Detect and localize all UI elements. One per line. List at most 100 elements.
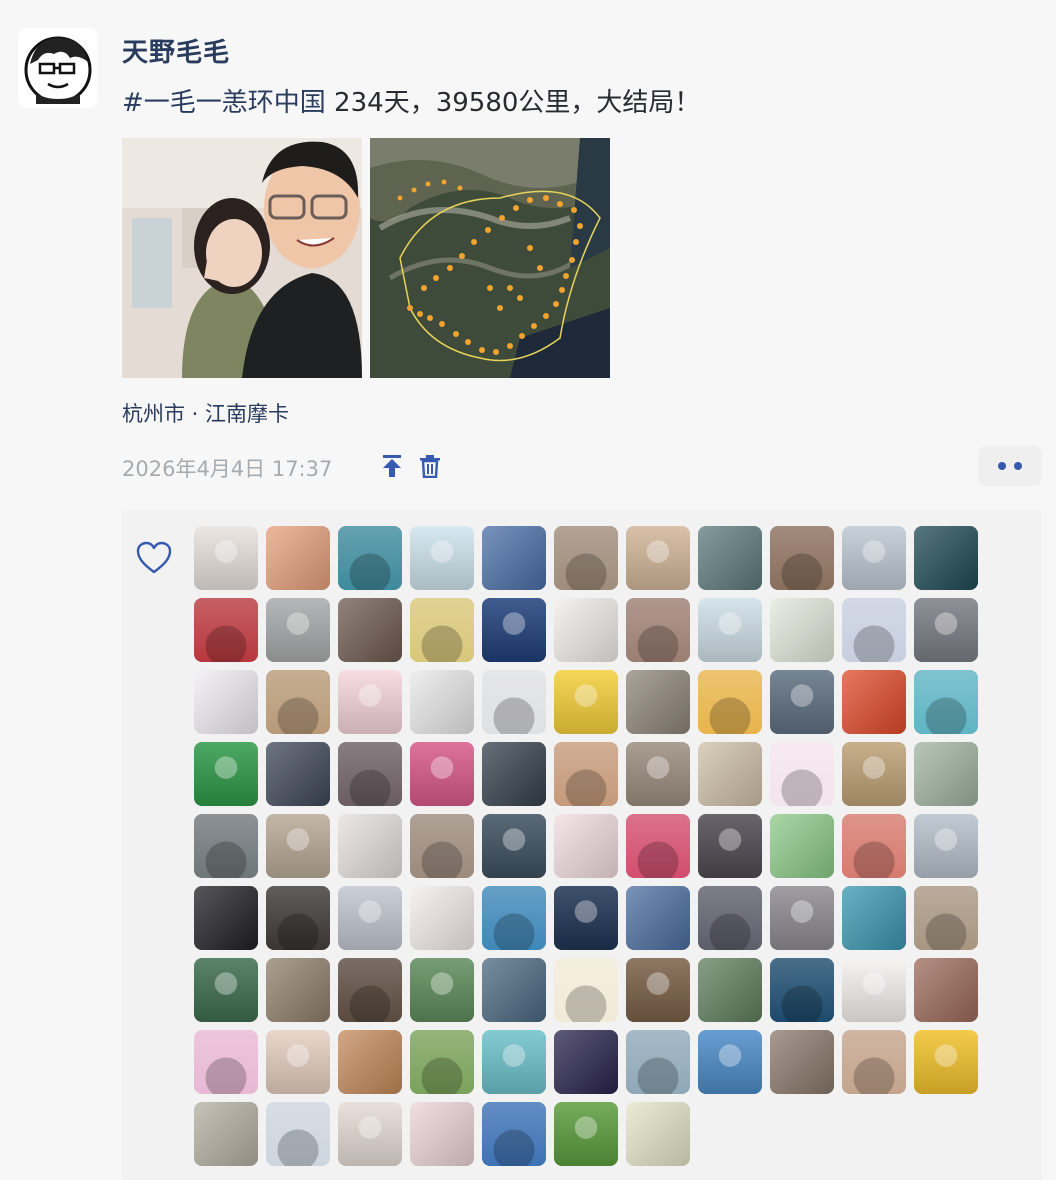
liker-avatar[interactable] (194, 742, 258, 806)
liker-avatar[interactable] (194, 598, 258, 662)
liker-avatar[interactable] (194, 958, 258, 1022)
liker-avatar[interactable] (698, 958, 762, 1022)
liker-avatar[interactable] (554, 526, 618, 590)
liker-avatar[interactable] (914, 1030, 978, 1094)
liker-avatar[interactable] (842, 886, 906, 950)
liker-avatar[interactable] (842, 958, 906, 1022)
liker-avatar[interactable] (194, 526, 258, 590)
liker-avatar[interactable] (770, 526, 834, 590)
liker-avatar[interactable] (482, 742, 546, 806)
liker-avatar[interactable] (554, 742, 618, 806)
trash-icon[interactable] (416, 452, 444, 480)
liker-avatar[interactable] (698, 742, 762, 806)
post-photo-selfie[interactable] (122, 138, 362, 378)
liker-avatar[interactable] (842, 670, 906, 734)
pin-top-icon[interactable] (378, 452, 406, 480)
liker-avatar[interactable] (338, 814, 402, 878)
liker-avatar[interactable] (914, 958, 978, 1022)
liker-avatar[interactable] (194, 814, 258, 878)
liker-avatar[interactable] (554, 598, 618, 662)
liker-avatar[interactable] (914, 526, 978, 590)
liker-avatar[interactable] (410, 670, 474, 734)
liker-avatar[interactable] (626, 886, 690, 950)
liker-avatar[interactable] (482, 598, 546, 662)
liker-avatar[interactable] (626, 670, 690, 734)
liker-avatar[interactable] (266, 670, 330, 734)
liker-avatar[interactable] (770, 958, 834, 1022)
liker-avatar[interactable] (842, 598, 906, 662)
liker-avatar[interactable] (410, 742, 474, 806)
liker-avatar[interactable] (842, 1030, 906, 1094)
liker-avatar[interactable] (770, 598, 834, 662)
liker-avatar[interactable] (554, 1102, 618, 1166)
liker-avatar[interactable] (770, 670, 834, 734)
liker-avatar[interactable] (266, 814, 330, 878)
liker-avatar[interactable] (554, 886, 618, 950)
liker-avatar[interactable] (914, 886, 978, 950)
liker-avatar[interactable] (626, 742, 690, 806)
post-photo-map[interactable] (370, 138, 610, 378)
liker-avatar[interactable] (338, 1030, 402, 1094)
liker-avatar[interactable] (626, 814, 690, 878)
liker-avatar[interactable] (554, 1030, 618, 1094)
liker-avatar[interactable] (482, 670, 546, 734)
liker-avatar[interactable] (338, 742, 402, 806)
liker-avatar[interactable] (698, 1030, 762, 1094)
liker-avatar[interactable] (482, 1030, 546, 1094)
liker-avatar[interactable] (914, 814, 978, 878)
liker-avatar[interactable] (914, 670, 978, 734)
liker-avatar[interactable] (410, 958, 474, 1022)
liker-avatar[interactable] (338, 526, 402, 590)
liker-avatar[interactable] (698, 598, 762, 662)
liker-avatar[interactable] (266, 1102, 330, 1166)
liker-avatar[interactable] (554, 958, 618, 1022)
liker-avatar[interactable] (770, 886, 834, 950)
liker-avatar[interactable] (410, 1030, 474, 1094)
author-name[interactable]: 天野毛毛 (122, 32, 230, 69)
liker-avatar[interactable] (338, 958, 402, 1022)
liker-avatar[interactable] (266, 958, 330, 1022)
liker-avatar[interactable] (482, 958, 546, 1022)
liker-avatar[interactable] (338, 1102, 402, 1166)
liker-avatar[interactable] (770, 742, 834, 806)
liker-avatar[interactable] (266, 598, 330, 662)
liker-avatar[interactable] (338, 598, 402, 662)
liker-avatar[interactable] (410, 598, 474, 662)
location-link[interactable]: 杭州市 · 江南摩卡 (122, 398, 289, 428)
liker-avatar[interactable] (626, 1030, 690, 1094)
liker-avatar[interactable] (194, 886, 258, 950)
liker-avatar[interactable] (482, 526, 546, 590)
liker-avatar[interactable] (410, 814, 474, 878)
liker-avatar[interactable] (626, 526, 690, 590)
liker-avatar[interactable] (410, 526, 474, 590)
author-avatar[interactable] (18, 28, 98, 108)
liker-avatar[interactable] (842, 814, 906, 878)
liker-avatar[interactable] (770, 814, 834, 878)
liker-avatar[interactable] (482, 814, 546, 878)
liker-avatar[interactable] (626, 958, 690, 1022)
liker-avatar[interactable] (842, 742, 906, 806)
liker-avatar[interactable] (626, 598, 690, 662)
liker-avatar[interactable] (194, 1102, 258, 1166)
liker-avatar[interactable] (482, 1102, 546, 1166)
liker-avatar[interactable] (338, 886, 402, 950)
liker-avatar[interactable] (914, 598, 978, 662)
liker-avatar[interactable] (698, 526, 762, 590)
liker-avatar[interactable] (914, 742, 978, 806)
liker-avatar[interactable] (194, 1030, 258, 1094)
liker-avatar[interactable] (410, 1102, 474, 1166)
liker-avatar[interactable] (266, 886, 330, 950)
liker-avatar[interactable] (698, 886, 762, 950)
liker-avatar[interactable] (410, 886, 474, 950)
liker-avatar[interactable] (626, 1102, 690, 1166)
liker-avatar[interactable] (482, 886, 546, 950)
liker-avatar[interactable] (842, 526, 906, 590)
liker-avatar[interactable] (266, 742, 330, 806)
liker-avatar[interactable] (554, 670, 618, 734)
liker-avatar[interactable] (554, 814, 618, 878)
liker-avatar[interactable] (194, 670, 258, 734)
liker-avatar[interactable] (266, 526, 330, 590)
hashtag-link[interactable]: #一毛一恙环中国 (122, 88, 326, 118)
liker-avatar[interactable] (698, 670, 762, 734)
liker-avatar[interactable] (698, 814, 762, 878)
